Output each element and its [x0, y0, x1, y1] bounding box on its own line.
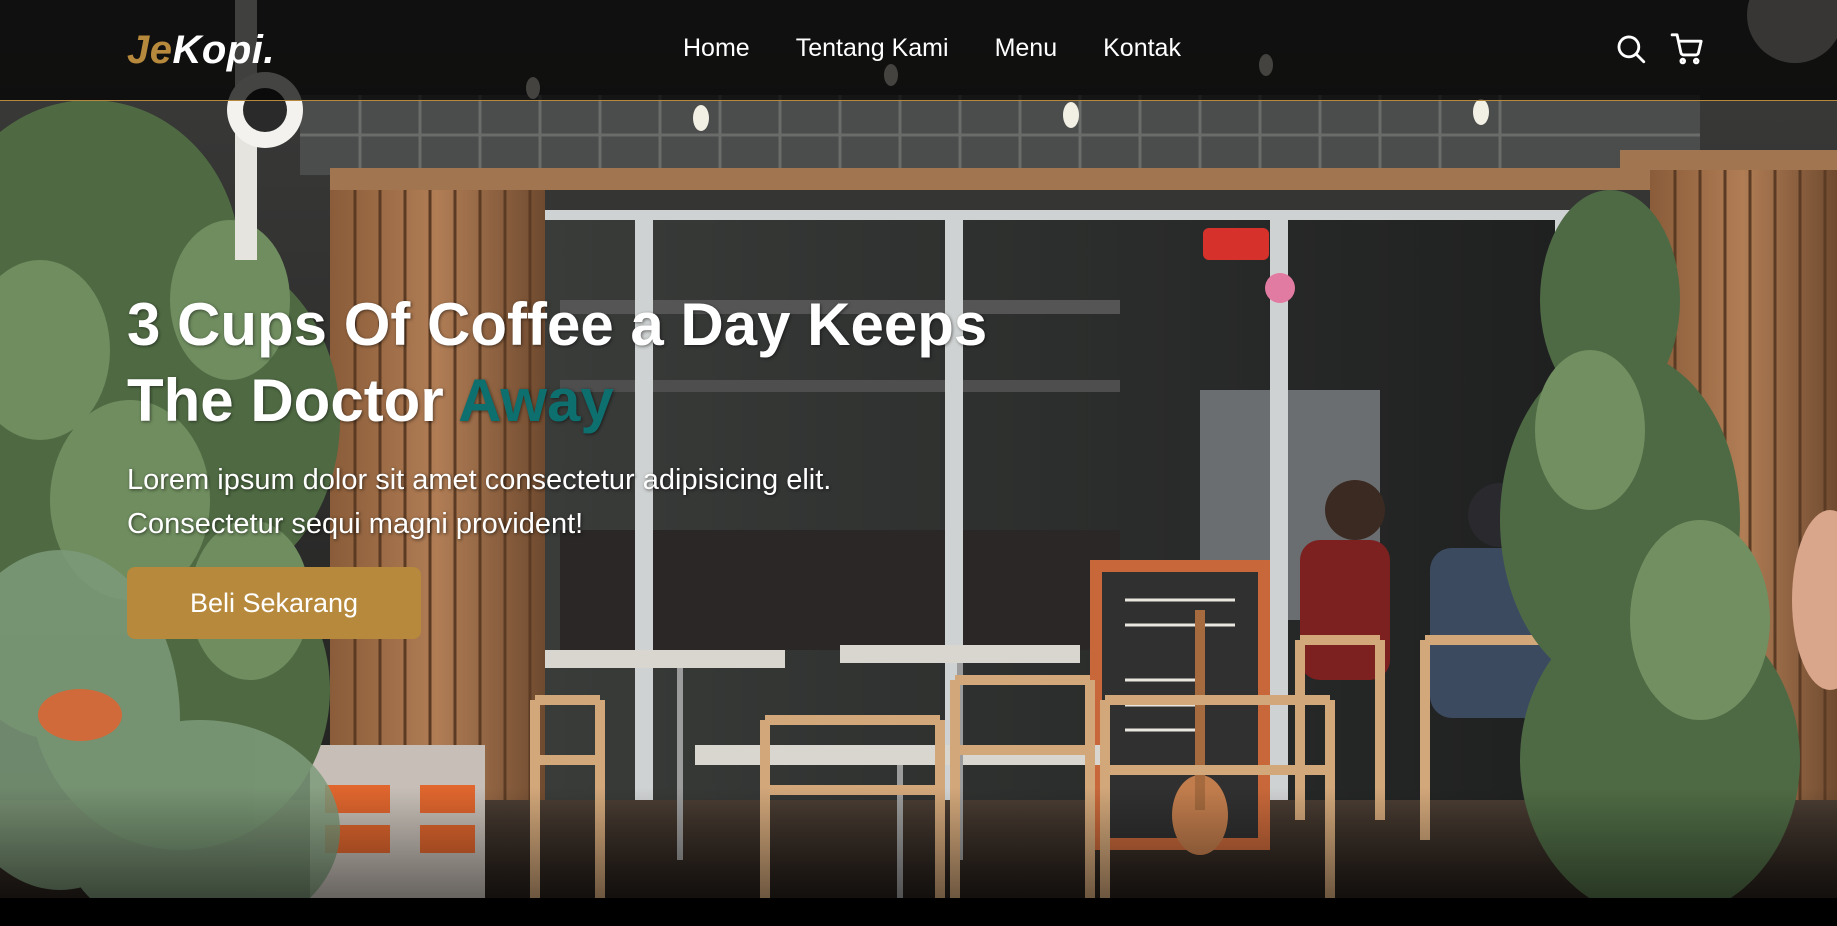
brand-logo-text: Kopi. [172, 28, 275, 72]
navbar: JeKopi. Home Tentang Kami Menu Kontak [0, 0, 1837, 101]
search-icon[interactable] [1614, 32, 1648, 66]
hero-headline: 3 Cups Of Coffee a Day Keeps The Doctor … [127, 287, 1047, 439]
nav-icons [1614, 32, 1704, 66]
brand-logo[interactable]: JeKopi. [127, 28, 275, 73]
bottom-edge [0, 898, 1837, 926]
nav-link-kontak[interactable]: Kontak [1103, 34, 1181, 63]
nav-link-menu[interactable]: Menu [995, 34, 1058, 63]
brand-logo-accent: Je [127, 28, 173, 72]
shopping-cart-icon[interactable] [1670, 32, 1704, 66]
buy-now-button[interactable]: Beli Sekarang [127, 567, 421, 639]
hero-subtext: Lorem ipsum dolor sit amet consectetur a… [127, 464, 832, 540]
nav-link-tentang-kami[interactable]: Tentang Kami [796, 34, 949, 63]
hero-headline-line2: The Doctor [127, 367, 444, 434]
hero-section: JeKopi. Home Tentang Kami Menu Kontak 3 … [0, 0, 1837, 926]
hero-headline-accent: Away [458, 367, 614, 434]
nav-links: Home Tentang Kami Menu Kontak [683, 34, 1227, 63]
nav-link-home[interactable]: Home [683, 34, 750, 63]
hero-headline-line1: 3 Cups Of Coffee a Day Keeps [127, 291, 988, 358]
